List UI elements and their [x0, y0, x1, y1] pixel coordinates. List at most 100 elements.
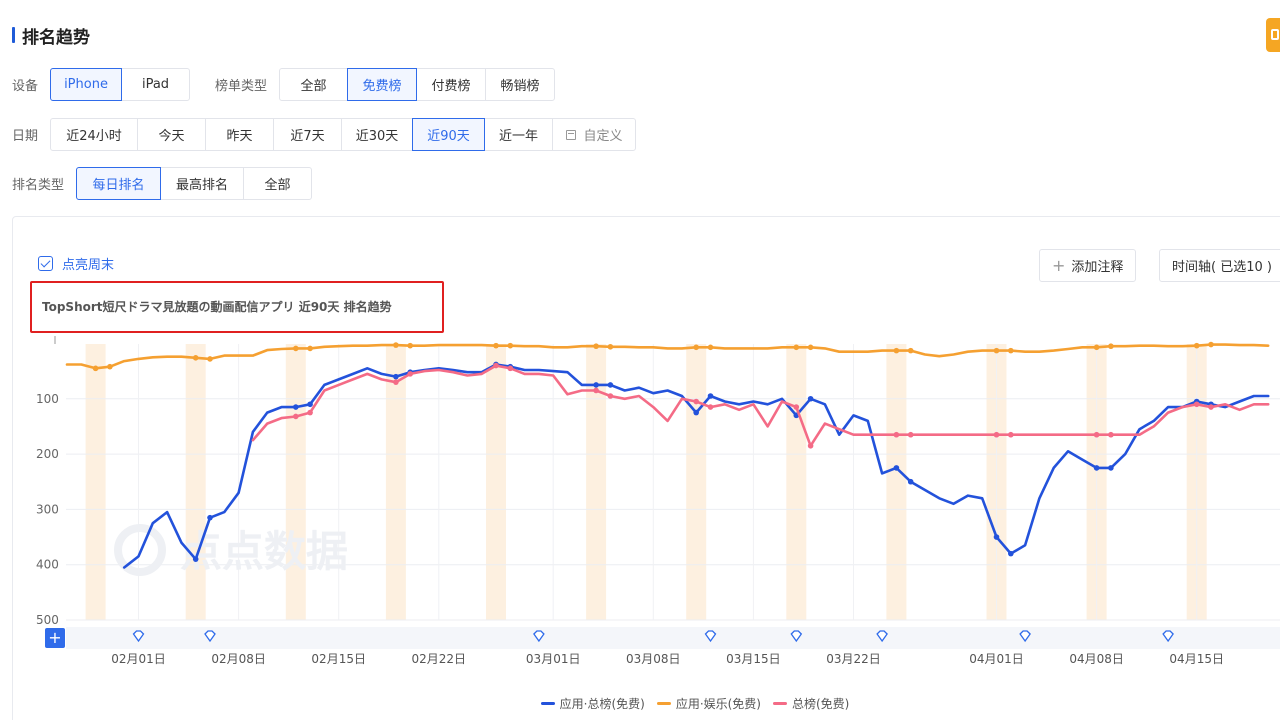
series-point-2 [293, 413, 299, 420]
series-point-0 [807, 395, 814, 402]
rank-type-row: 排名类型 每日排名 最高排名 全部 [12, 167, 313, 200]
series-point-2 [1108, 431, 1114, 438]
rank-type-highest[interactable]: 最高排名 [160, 167, 245, 200]
y-tick-label: 300 [36, 502, 59, 516]
date-option-today[interactable]: 今天 [137, 118, 207, 151]
series-point-1 [793, 344, 800, 351]
series-point-2 [707, 404, 714, 410]
rank-type-label: 排名类型 [12, 178, 65, 193]
weekend-band [686, 344, 707, 620]
device-selector: iPhone iPad [50, 68, 191, 101]
list-type-all[interactable]: 全部 [279, 68, 349, 101]
x-tick-label: 02月08日 [211, 652, 266, 666]
y-tick-label: 400 [36, 558, 59, 572]
series-point-1 [107, 363, 113, 370]
list-type-selector: 全部 免费榜 付费榜 畅销榜 [279, 68, 556, 101]
weekend-band [786, 344, 807, 620]
add-note-button[interactable]: + 添加注释 [1039, 249, 1137, 282]
series-point-1 [1093, 344, 1100, 351]
series-point-2 [993, 431, 1000, 438]
x-tick-label: 02月22日 [412, 652, 467, 666]
series-point-1 [1108, 343, 1114, 350]
series-point-2 [307, 409, 313, 416]
series-point-1 [192, 355, 199, 361]
series-point-0 [993, 534, 1000, 540]
x-tick-label: 04月01日 [969, 652, 1024, 666]
series-point-0 [893, 465, 900, 471]
add-note-label: 添加注释 [1071, 260, 1124, 275]
series-point-0 [907, 478, 914, 485]
series-point-1 [293, 345, 299, 352]
series-point-1 [1208, 341, 1214, 348]
series-point-1 [207, 356, 213, 362]
page-title: 排名趋势 [22, 27, 90, 48]
date-option-yesterday[interactable]: 昨天 [205, 118, 275, 151]
x-tick-label: 02月15日 [311, 652, 366, 666]
rank-type-selector: 每日排名 最高排名 全部 [76, 167, 313, 200]
series-point-2 [907, 431, 914, 438]
series-point-0 [607, 382, 614, 388]
y-tick-label: 200 [36, 447, 59, 461]
corner-action-button[interactable] [1266, 18, 1280, 52]
x-tick-label: 03月15日 [726, 652, 781, 666]
date-option-30d[interactable]: 近30天 [341, 118, 414, 151]
date-option-90d[interactable]: 近90天 [412, 118, 486, 151]
legend-label-top-chart: 总榜(免费) [792, 697, 850, 711]
list-type-paid[interactable]: 付费榜 [416, 68, 487, 101]
timeline-label: 时间轴( 已选10 ) [1172, 260, 1272, 275]
date-label: 日期 [12, 129, 39, 144]
series-point-1 [507, 342, 514, 349]
plus-icon: + [48, 628, 61, 647]
legend-swatch-top-chart [773, 702, 787, 705]
x-tick-label: 02月01日 [111, 652, 166, 666]
date-selector: 近24小时 今天 昨天 近7天 近30天 近90天 近一年 自定义 [50, 118, 637, 151]
legend-item-entertainment[interactable]: 应用·娱乐(免费) [656, 695, 761, 712]
rank-type-daily[interactable]: 每日排名 [76, 167, 162, 200]
y-tick-label: 500 [36, 613, 59, 627]
date-option-7d[interactable]: 近7天 [273, 118, 343, 151]
device-option-iphone[interactable]: iPhone [50, 68, 123, 101]
series-point-1 [1193, 342, 1200, 349]
series-point-2 [407, 371, 414, 377]
date-row: 日期 近24小时 今天 昨天 近7天 近30天 近90天 近一年 自定义 [12, 118, 637, 151]
highlight-weekend-label: 点亮周末 [62, 258, 115, 273]
x-tick-label: 03月08日 [626, 652, 681, 666]
title-accent-bar [12, 27, 15, 43]
device-option-ipad[interactable]: iPad [121, 68, 191, 101]
date-option-custom[interactable]: 自定义 [552, 118, 637, 151]
rank-type-all[interactable]: 全部 [243, 167, 313, 200]
highlight-weekend-toggle[interactable]: 点亮周末 [38, 254, 114, 273]
legend-label-entertainment: 应用·娱乐(免费) [675, 697, 761, 711]
checkbox-checked-icon[interactable] [38, 256, 53, 271]
series-point-2 [507, 365, 514, 372]
series-point-0 [1108, 465, 1114, 471]
timeline-button[interactable]: 时间轴( 已选10 ) [1159, 249, 1280, 282]
series-point-0 [207, 514, 213, 521]
series-point-1 [607, 343, 614, 350]
plus-icon: + [1052, 256, 1066, 275]
series-point-2 [807, 442, 814, 449]
series-point-1 [493, 342, 499, 349]
list-type-grossing[interactable]: 畅销榜 [485, 68, 556, 101]
series-point-1 [893, 347, 900, 354]
series-point-2 [607, 393, 614, 399]
legend-swatch-overall [540, 702, 555, 705]
weekend-band [285, 344, 306, 620]
series-point-1 [807, 344, 814, 351]
series-point-1 [307, 345, 313, 352]
legend-swatch-entertainment [656, 702, 671, 705]
calendar-icon [565, 129, 576, 140]
series-point-0 [1008, 550, 1014, 557]
date-option-1y[interactable]: 近一年 [484, 118, 554, 151]
legend-item-top-chart[interactable]: 总榜(免费) [773, 695, 849, 712]
date-option-24h[interactable]: 近24小时 [50, 118, 139, 151]
legend-item-overall[interactable]: 应用·总榜(免费) [540, 695, 645, 712]
series-point-0 [693, 409, 699, 416]
series-point-2 [593, 387, 599, 394]
series-point-1 [993, 347, 1000, 354]
weekend-band [486, 344, 506, 620]
annotation-strip [66, 627, 1280, 649]
weekend-band [85, 344, 106, 620]
list-type-free[interactable]: 免费榜 [347, 68, 418, 101]
rank-trend-chart: 100200300400500点点数据+02月01日 02月08日 02月15日 02… [36, 336, 1280, 666]
